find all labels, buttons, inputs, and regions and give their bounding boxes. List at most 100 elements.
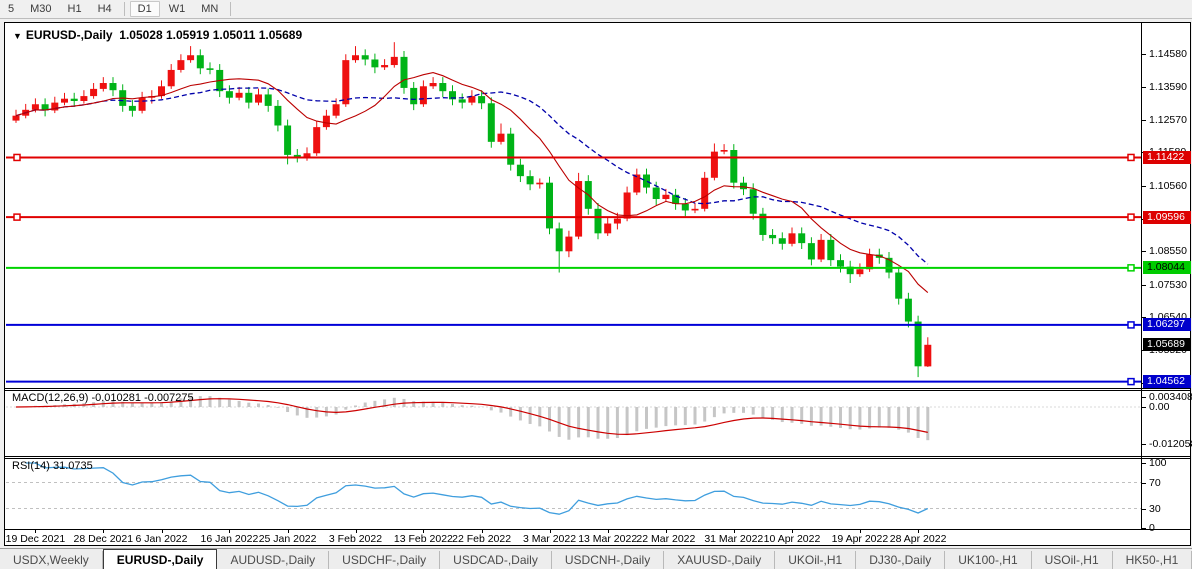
candle	[391, 42, 398, 67]
rsi-tick-label: 100	[1149, 457, 1167, 469]
candle	[779, 232, 786, 249]
timeframe-button-h1[interactable]: H1	[61, 2, 89, 16]
price-level-badge: 1.05689	[1143, 338, 1191, 351]
timeframe-button-5[interactable]: 5	[1, 2, 21, 16]
macd-tick-mark	[1142, 444, 1146, 445]
chart-tab-usdchf-daily[interactable]: USDCHF-,Daily	[329, 551, 440, 569]
chart-dropdown-icon[interactable]: ▼	[13, 31, 22, 41]
pane-separator[interactable]	[5, 456, 1190, 457]
date-axis[interactable]: 19 Dec 2021 28 Dec 20216 Jan 2022 16 Jan 2…	[6, 530, 1141, 546]
candle	[100, 77, 107, 91]
date-label: 19 Apr 2022	[832, 533, 889, 545]
line-handle[interactable]	[14, 154, 20, 160]
timeframe-button-d1[interactable]: D1	[130, 1, 160, 17]
date-label: 28 Apr 2022	[890, 533, 947, 545]
candle	[886, 252, 893, 278]
date-label: 3 Feb 2022	[329, 533, 382, 545]
price-tick-mark	[1142, 285, 1146, 286]
date-label: 22 Mar 2022	[636, 533, 695, 545]
timeframe-button-h4[interactable]: H4	[91, 2, 119, 16]
candle	[71, 93, 78, 107]
chart-tab-uk100-h1[interactable]: UK100-,H1	[945, 551, 1031, 569]
price-level-badge: 1.04562	[1143, 375, 1191, 388]
chart-tab-xauusd-daily[interactable]: XAUUSD-,Daily	[664, 551, 775, 569]
timeframe-button-w1[interactable]: W1	[162, 2, 193, 16]
candle	[139, 92, 146, 114]
rsi-indicator-label: RSI(14) 31.0735	[12, 460, 93, 472]
candle	[449, 85, 456, 105]
line-handle[interactable]	[1128, 379, 1134, 385]
candle	[527, 170, 534, 190]
line-handle[interactable]	[1128, 322, 1134, 328]
price-chart-pane[interactable]	[6, 24, 1141, 389]
date-label: 6 Jan 2022	[136, 533, 188, 545]
rsi-tick-mark	[1142, 528, 1146, 529]
date-label: 19 Dec 2021	[6, 533, 66, 545]
candle	[769, 229, 776, 244]
macd-indicator-label: MACD(12,26,9) -0.010281 -0.007275	[12, 392, 194, 404]
chart-tab-usdcnh-daily[interactable]: USDCNH-,Daily	[552, 551, 664, 569]
pane-separator[interactable]	[5, 458, 1190, 459]
pane-separator[interactable]	[5, 390, 1190, 391]
chart-tab-hk50-h1[interactable]: HK50-,H1	[1113, 551, 1192, 569]
date-label: 10 Apr 2022	[764, 533, 821, 545]
candle	[410, 82, 417, 110]
chart-tab-usoil-h1[interactable]: USOil-,H1	[1032, 551, 1113, 569]
chart-window[interactable]: ▼EURUSD-,Daily 1.05028 1.05919 1.05011 1…	[4, 22, 1191, 546]
timeframe-toolbar: 5M30H1H4 D1W1MN	[0, 0, 1192, 19]
candle	[498, 124, 505, 145]
candle	[236, 87, 243, 100]
rsi-tick-mark	[1142, 509, 1146, 510]
candle	[255, 89, 262, 106]
date-label: 22 Feb 2022	[452, 533, 511, 545]
candle	[546, 177, 553, 235]
candle	[827, 234, 834, 266]
line-handle[interactable]	[14, 214, 20, 220]
candle	[80, 90, 87, 103]
chart-tab-dj30-daily[interactable]: DJ30-,Daily	[856, 551, 945, 569]
chart-tab-usdcad-daily[interactable]: USDCAD-,Daily	[440, 551, 552, 569]
chart-symbol-label: EURUSD-,Daily	[26, 28, 113, 42]
date-label: 16 Jan 2022	[200, 533, 258, 545]
candle	[595, 203, 602, 239]
timeframe-button-m30[interactable]: M30	[23, 2, 58, 16]
candle	[51, 97, 58, 113]
chart-tab-ukoil-h1[interactable]: UKOil-,H1	[775, 551, 856, 569]
timeframe-button-mn[interactable]: MN	[194, 2, 225, 16]
candle	[381, 59, 388, 70]
candle	[42, 98, 49, 116]
line-handle[interactable]	[1128, 265, 1134, 271]
candle	[207, 62, 214, 74]
candle	[110, 77, 117, 96]
candle	[924, 337, 931, 367]
candle	[371, 54, 378, 74]
rsi-tick-label: 0	[1149, 522, 1155, 534]
line-handle[interactable]	[1128, 154, 1134, 160]
candle	[430, 77, 437, 89]
candle	[556, 223, 563, 273]
candle	[304, 147, 311, 160]
chart-tab-audusd-daily[interactable]: AUDUSD-,Daily	[217, 551, 329, 569]
price-axis[interactable]: 1.145801.135901.125701.115801.105601.095…	[1142, 23, 1192, 545]
rsi-tick-label: 30	[1149, 503, 1161, 515]
candle	[187, 46, 194, 63]
candle	[643, 169, 650, 194]
date-label: 28 Dec 2021	[74, 533, 134, 545]
candle	[362, 49, 369, 65]
price-tick-label: 1.12570	[1149, 114, 1187, 126]
candle	[22, 104, 29, 118]
candle	[459, 93, 466, 108]
macd-tick-label: 0.00	[1149, 401, 1169, 413]
chart-tab-usdx-weekly[interactable]: USDX,Weekly	[0, 551, 103, 569]
pane-separator[interactable]	[5, 388, 1190, 389]
rsi-tick-label: 70	[1149, 477, 1161, 489]
rsi-pane[interactable]	[6, 459, 1141, 530]
candle	[789, 227, 796, 246]
price-level-badge: 1.09596	[1143, 211, 1191, 224]
candle	[856, 263, 863, 276]
candle	[245, 87, 252, 109]
chart-tab-eurusd-daily[interactable]: EURUSD-,Daily	[103, 549, 218, 569]
candle	[313, 121, 320, 156]
candle	[701, 172, 708, 212]
line-handle[interactable]	[1128, 214, 1134, 220]
